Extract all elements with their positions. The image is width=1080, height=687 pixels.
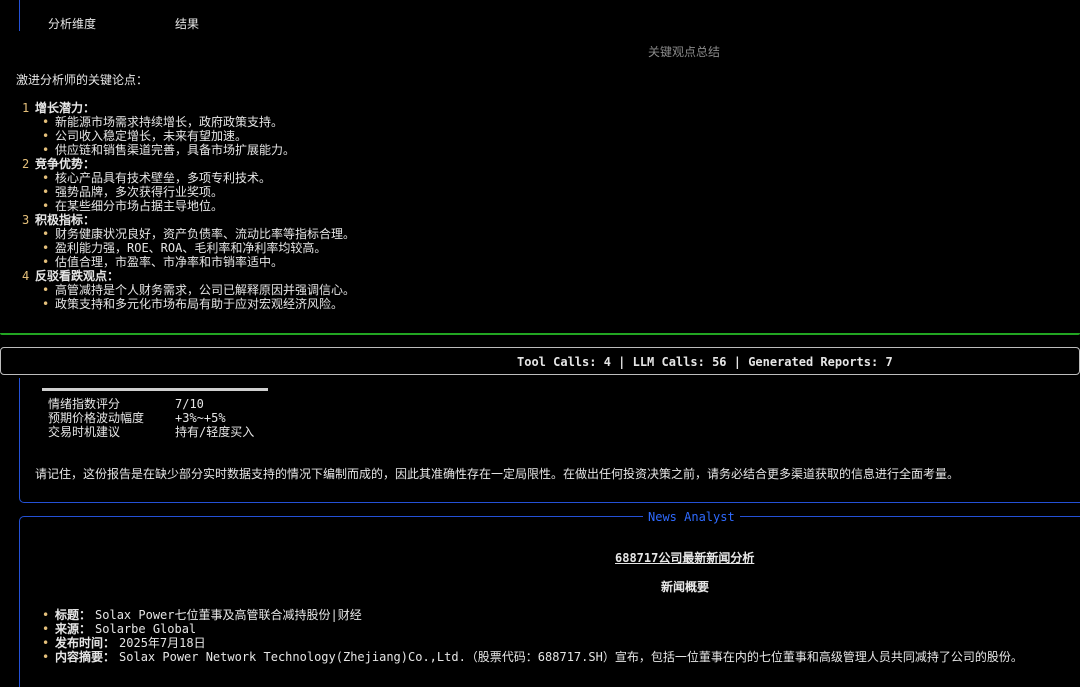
group-title: 增长潜力： — [35, 101, 96, 115]
bullet-icon: • — [42, 129, 50, 143]
group-title: 竞争优势： — [35, 157, 96, 171]
bullet-icon: • — [42, 636, 50, 650]
list-item: 新能源市场需求持续增长，政府政策支持。 — [55, 115, 284, 129]
list-item: 在某些细分市场占据主导地位。 — [55, 199, 224, 213]
group-title: 反驳看跌观点： — [35, 269, 120, 283]
sentiment-label: 预期价格波动幅度 — [48, 411, 145, 425]
list-item: 核心产品具有技术壁垒，多项专利技术。 — [55, 171, 272, 185]
bullet-icon: • — [42, 115, 50, 129]
intro-text: 激进分析师的关键论点： — [16, 73, 149, 87]
panel-title: News Analyst — [643, 510, 740, 524]
news-heading: 688717公司最新新闻分析 — [615, 551, 754, 565]
group-title: 积极指标： — [35, 213, 96, 227]
list-item: 盈利能力强，ROE、ROA、毛利率和净利率均较高。 — [55, 241, 327, 255]
table-header-dimension: 分析维度 — [48, 17, 97, 31]
table-separator — [42, 388, 268, 391]
bullet-icon: • — [42, 283, 50, 297]
news-field-label: 内容摘要： — [55, 650, 116, 664]
sentiment-value: 持有/轻度买入 — [175, 425, 255, 439]
news-field-label: 来源： — [55, 622, 92, 636]
sentiment-value: 7/10 — [175, 397, 204, 411]
news-field-value: Solax Power Network Technology(Zhejiang)… — [119, 650, 1023, 664]
group-number: 1 — [22, 101, 30, 115]
disclaimer-text: 请记住，这份报告是在缺少部分实时数据支持的情况下编制而成的，因此其准确性存在一定… — [35, 467, 960, 481]
list-item: 政策支持和多元化市场布局有助于应对宏观经济风险。 — [55, 297, 344, 311]
bullet-icon: • — [42, 171, 50, 185]
list-item: 强势品牌，多次获得行业奖项。 — [55, 185, 224, 199]
bullet-icon: • — [42, 622, 50, 636]
bullet-icon: • — [42, 255, 50, 269]
table-header-result: 结果 — [175, 17, 200, 31]
sentiment-value: +3%~+5% — [175, 411, 226, 425]
bullet-icon: • — [42, 650, 50, 664]
news-field-label: 发布时间： — [55, 636, 116, 650]
panel-divider — [0, 333, 1080, 335]
bullet-icon: • — [42, 143, 50, 157]
bullet-icon: • — [42, 241, 50, 255]
group-number: 4 — [22, 269, 30, 283]
section-title: 关键观点总结 — [648, 45, 721, 59]
status-bar: Tool Calls: 4 | LLM Calls: 56 | Generate… — [0, 347, 1080, 375]
bullet-icon: • — [42, 297, 50, 311]
list-item: 高管减持是个人财务需求，公司已解释原因并强调信心。 — [55, 283, 356, 297]
bullet-icon: • — [42, 185, 50, 199]
news-subheading: 新闻概要 — [661, 580, 710, 594]
bullet-icon: • — [42, 608, 50, 622]
list-item: 公司收入稳定增长，未来有望加速。 — [55, 129, 248, 143]
list-item: 财务健康状况良好，资产负债率、流动比率等指标合理。 — [55, 227, 356, 241]
status-text: Tool Calls: 4 | LLM Calls: 56 | Generate… — [517, 355, 893, 369]
bullet-icon: • — [42, 227, 50, 241]
news-field-value: Solarbe Global — [95, 622, 197, 636]
list-item: 供应链和销售渠道完善，具备市场扩展能力。 — [55, 143, 296, 157]
sentiment-label: 情绪指数评分 — [48, 397, 121, 411]
news-field-value: 2025年7月18日 — [119, 636, 206, 650]
list-item: 估值合理，市盈率、市净率和市销率适中。 — [55, 255, 284, 269]
news-heading-text: 688717公司最新新闻分析 — [615, 551, 755, 565]
table-left-border — [19, 0, 20, 31]
sentiment-label: 交易时机建议 — [48, 425, 121, 439]
group-number: 2 — [22, 157, 30, 171]
group-number: 3 — [22, 213, 30, 227]
bullet-icon: • — [42, 199, 50, 213]
news-field-label: 标题： — [55, 608, 92, 622]
news-field-value: Solax Power七位董事及高管联合减持股份|财经 — [95, 608, 362, 622]
